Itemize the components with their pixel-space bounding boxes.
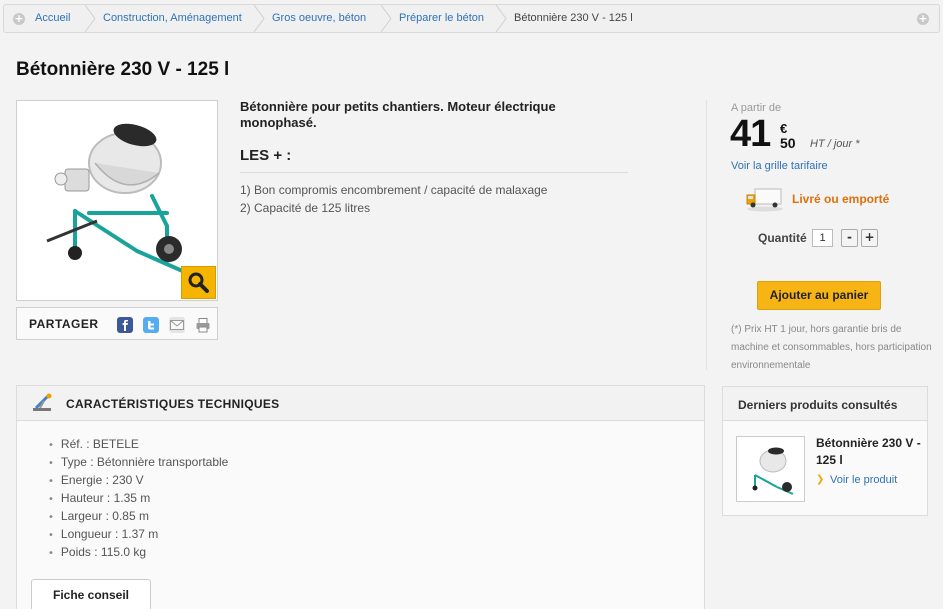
price-currency: € <box>780 121 788 136</box>
spec-item: Réf. : BETELE <box>48 437 139 451</box>
breadcrumb-preparer-beton[interactable]: Préparer le béton <box>399 12 484 24</box>
magnifier-icon <box>188 272 209 293</box>
delivery-label: Livré ou emporté <box>792 192 890 206</box>
share-label: PARTAGER <box>29 317 99 331</box>
technical-specs-title: CARACTÉRISTIQUES TECHNIQUES <box>66 397 280 411</box>
price-integer: 41 <box>730 113 771 155</box>
breadcrumb-construction[interactable]: Construction, Aménagement <box>103 12 242 24</box>
breadcrumb-gros-oeuvre[interactable]: Gros oeuvre, béton <box>272 12 366 24</box>
print-icon[interactable] <box>195 317 211 333</box>
price-note: (*) Prix HT 1 jour, hors garantie bris d… <box>731 324 932 371</box>
breadcrumb-current: Bétonnière 230 V - 125 l <box>514 12 633 24</box>
spec-item: Hauteur : 1.35 m <box>48 491 150 505</box>
recent-product-thumbnail[interactable] <box>736 436 805 502</box>
quantity-input[interactable]: 1 <box>812 229 833 247</box>
zoom-button[interactable] <box>181 266 216 299</box>
twitter-icon[interactable] <box>143 317 159 333</box>
price-decimals: 50 <box>780 135 796 151</box>
share-bar: PARTAGER <box>16 307 218 340</box>
breadcrumb-separator <box>253 5 265 32</box>
plus-circle-icon[interactable]: + <box>13 13 25 25</box>
facebook-icon[interactable] <box>117 317 133 333</box>
recent-products-panel: Derniers produits consultés Bétonnière 2… <box>722 386 928 516</box>
advantage-item: 1) Bon compromis encombrement / capacité… <box>240 183 548 197</box>
divider <box>706 100 707 370</box>
spec-item: Poids : 115.0 kg <box>48 545 146 559</box>
spec-item: Energie : 230 V <box>48 473 144 487</box>
breadcrumb-separator <box>84 5 96 32</box>
recent-products-title: Derniers produits consultés <box>738 398 898 412</box>
quantity-minus-button[interactable]: - <box>841 229 858 247</box>
divider <box>240 172 628 173</box>
plus-circle-icon[interactable]: + <box>917 13 929 25</box>
technical-specs-header: CARACTÉRISTIQUES TECHNIQUES <box>17 386 704 421</box>
spec-item: Largeur : 0.85 m <box>48 509 149 523</box>
breadcrumb: + Accueil Construction, Aménagement Gros… <box>3 4 940 33</box>
arrow-icon: ❯ <box>816 474 825 485</box>
technical-specs-panel: CARACTÉRISTIQUES TECHNIQUES Réf. : BETEL… <box>16 385 705 609</box>
page-title: Bétonnière 230 V - 125 l <box>16 59 230 80</box>
advantage-item: 2) Capacité de 125 litres <box>240 201 371 215</box>
spec-item: Longueur : 1.37 m <box>48 527 158 541</box>
view-product-link[interactable]: Voir le produit <box>830 474 897 486</box>
recent-products-header: Derniers produits consultés <box>723 387 927 421</box>
breadcrumb-separator <box>495 5 507 32</box>
advantages-title: LES + : <box>240 147 292 164</box>
tab-fiche-conseil[interactable]: Fiche conseil <box>31 579 151 609</box>
product-description: Bétonnière pour petits chantiers. Moteur… <box>240 99 556 130</box>
product-image[interactable] <box>16 100 218 301</box>
recent-product-name[interactable]: Bétonnière 230 V - 125 l <box>816 435 921 469</box>
mail-icon[interactable] <box>169 317 185 333</box>
quantity-plus-button[interactable]: + <box>861 229 878 247</box>
quantity-label: Quantité <box>758 231 807 245</box>
price-grid-link[interactable]: Voir la grille tarifaire <box>731 160 828 172</box>
price-unit: HT / jour * <box>810 138 860 150</box>
truck-icon <box>746 188 783 212</box>
spec-item: Type : Bétonnière transportable <box>48 455 228 469</box>
tools-icon <box>33 393 52 411</box>
breadcrumb-home[interactable]: Accueil <box>35 12 70 24</box>
breadcrumb-separator <box>380 5 392 32</box>
add-to-cart-button[interactable]: Ajouter au panier <box>757 281 881 310</box>
